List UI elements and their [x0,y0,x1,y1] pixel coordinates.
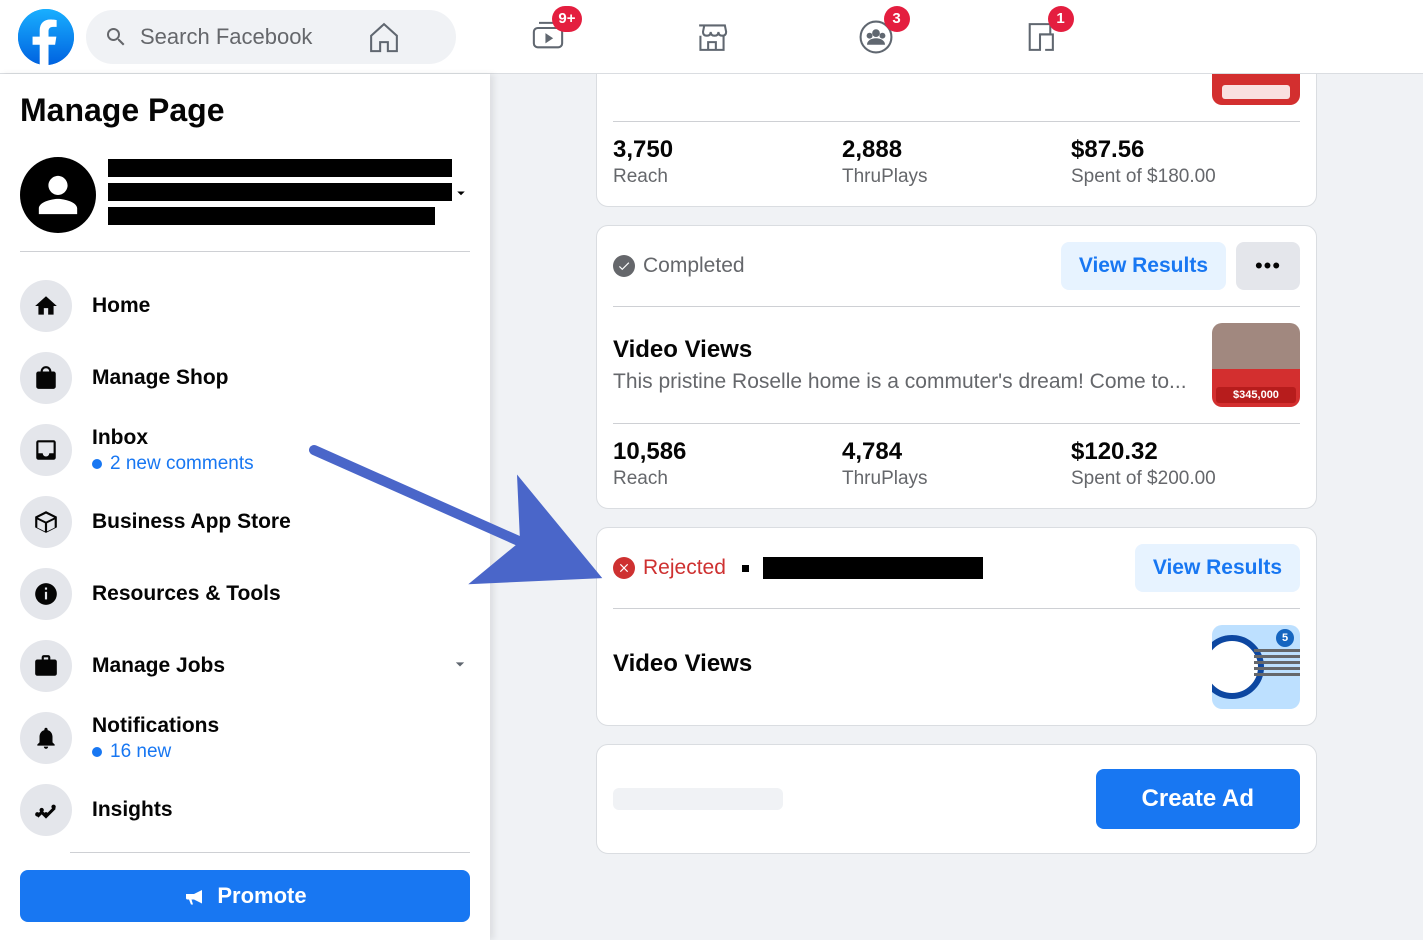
stat-spent: $120.32 [1071,438,1300,466]
stat-label: Reach [613,468,842,490]
ad-thumbnail [1212,74,1300,105]
stat-label: Spent of $180.00 [1071,166,1300,188]
nav-watch[interactable]: 9+ [518,0,578,74]
groups-badge: 3 [884,6,910,32]
stat-label: Reach [613,166,842,188]
stat-thruplays: 2,888 [842,136,1071,164]
chart-icon [33,797,59,823]
ad-thumbnail: 5 [1212,625,1300,709]
sidebar-item-manage-shop[interactable]: Manage Shop [20,342,470,414]
stat-label: ThruPlays [842,468,1071,490]
cube-icon [33,509,59,535]
stat-spent: $87.56 [1071,136,1300,164]
caret-down-icon [452,184,470,207]
marketplace-icon [694,19,730,55]
sidebar-menu: Home Manage Shop Inbox 2 new comments Bu… [20,270,470,870]
page-avatar-icon [20,157,96,233]
home-icon [366,19,402,55]
sidebar-label: Manage Jobs [92,653,430,678]
page-selector[interactable] [20,149,470,252]
ellipsis-icon: ••• [1255,253,1281,279]
sidebar-title: Manage Page [20,92,470,129]
ad-card-1: 3,750 Reach 2,888 ThruPlays $87.56 Spent… [596,74,1317,207]
create-ad-card: Create Ad [596,744,1317,854]
stat-label: Spent of $200.00 [1071,468,1300,490]
sidebar-item-business-app-store[interactable]: Business App Store [20,486,470,558]
watch-badge: 9+ [552,6,581,32]
nav-marketplace[interactable] [682,0,742,74]
top-header: Search Facebook 9+ 3 1 [0,0,1423,74]
promote-label: Promote [217,883,306,909]
check-icon [613,255,635,277]
info-icon [33,581,59,607]
sidebar-label: Business App Store [92,509,470,534]
search-placeholder: Search Facebook [140,24,312,50]
sidebar-item-notifications[interactable]: Notifications 16 new [20,702,470,774]
ad-status-completed: Completed [613,254,745,278]
stat-reach: 3,750 [613,136,842,164]
ad-thumbnail: $345,000 [1212,323,1300,407]
main-content: 3,750 Reach 2,888 ThruPlays $87.56 Spent… [490,74,1423,940]
sidebar-item-inbox[interactable]: Inbox 2 new comments [20,414,470,486]
create-ad-button[interactable]: Create Ad [1096,769,1300,829]
header-nav: 9+ 3 1 [354,0,1070,73]
sidebar-label: Home [92,293,470,318]
view-results-button[interactable]: View Results [1061,242,1226,290]
page-name-redacted [108,159,452,231]
sidebar-item-insights[interactable]: Insights [20,774,470,846]
ad-status-rejected: Rejected [613,556,983,580]
sidebar: Manage Page Home Manage Shop Inbox 2 new… [0,74,490,940]
promote-button[interactable]: Promote [20,870,470,922]
ad-stats: 3,750 Reach 2,888 ThruPlays $87.56 Spent… [613,122,1300,206]
nav-groups[interactable]: 3 [846,0,906,74]
briefcase-icon [33,653,59,679]
gaming-badge: 1 [1048,6,1074,32]
shop-icon [33,365,59,391]
nav-home[interactable] [354,0,414,74]
nav-gaming[interactable]: 1 [1010,0,1070,74]
stat-reach: 10,586 [613,438,842,466]
sidebar-item-manage-jobs[interactable]: Manage Jobs [20,630,470,702]
ad-title: Video Views [613,650,1188,678]
skeleton-placeholder [613,788,783,810]
ad-description: This pristine Roselle home is a commuter… [613,370,1188,394]
view-results-button[interactable]: View Results [1135,544,1300,592]
facebook-logo-icon[interactable] [18,9,74,65]
stat-label: ThruPlays [842,166,1071,188]
sidebar-label: Inbox [92,425,470,450]
search-icon [104,25,128,49]
ad-card-2: Completed View Results ••• Video Views T… [596,225,1317,509]
sidebar-label: Insights [92,797,470,822]
inbox-icon [33,437,59,463]
ad-title: Video Views [613,336,1188,364]
sidebar-item-home[interactable]: Home [20,270,470,342]
rejection-reason-redacted [763,557,983,579]
home-icon [33,293,59,319]
megaphone-icon [183,884,207,908]
sidebar-label: Resources & Tools [92,581,470,606]
sidebar-sublabel: 16 new [92,741,470,763]
bell-icon [33,725,59,751]
ad-stats: 10,586 Reach 4,784 ThruPlays $120.32 Spe… [613,424,1300,508]
ad-card-3: Rejected View Results Video Views 5 [596,527,1317,726]
more-options-button[interactable]: ••• [1236,242,1300,290]
sidebar-label: Manage Shop [92,365,470,390]
chevron-down-icon [450,654,470,679]
stat-thruplays: 4,784 [842,438,1071,466]
sidebar-label: Notifications [92,713,470,738]
x-icon [613,557,635,579]
sidebar-sublabel: 2 new comments [92,453,470,475]
sidebar-item-resources-tools[interactable]: Resources & Tools [20,558,470,630]
